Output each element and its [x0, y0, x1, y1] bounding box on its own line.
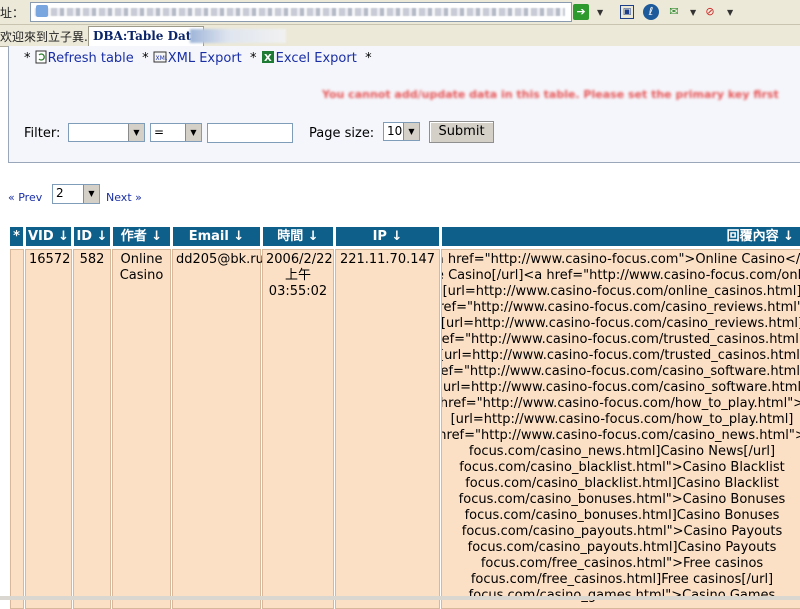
- reply-content-line: focus.com/free_casinos.html]Free casinos…: [470, 572, 774, 587]
- reply-content-line: href="http://www.casino-focus.com/casino…: [442, 300, 800, 315]
- chevron-down-icon: ▼: [83, 185, 99, 203]
- address-bar: 址： ➔ ▼ ▣ ℓ ✉ ▼ ⊘ ▼: [0, 0, 800, 25]
- reply-content-line: focus.com/casino_payouts.html">Casino Pa…: [461, 524, 783, 539]
- mail-dropdown-icon[interactable]: ▼: [690, 8, 696, 17]
- blurred-tab[interactable]: [190, 29, 286, 43]
- cell-reply-content: <a href="http://www.casino-focus.com">On…: [441, 249, 800, 609]
- separator: *: [365, 51, 372, 66]
- filter-field-select[interactable]: ▼: [68, 123, 145, 142]
- chevron-down-icon: ▼: [185, 124, 201, 141]
- refresh-table-link[interactable]: Refresh table: [48, 51, 134, 66]
- header-email[interactable]: Email ↓: [173, 227, 260, 246]
- time-date-value: 2006/2/22: [266, 252, 333, 267]
- reply-content-line: [url=http://www.casino-focus.com/trusted…: [442, 348, 800, 363]
- cell-ip: 221.11.70.147: [335, 249, 440, 609]
- reply-content-line: focus.com/casino_blacklist.html">Casino …: [459, 460, 785, 475]
- time-clock-value: 03:55:02: [268, 284, 328, 299]
- cell-email: dd205@bk.ru: [172, 249, 264, 609]
- prev-page-link[interactable]: « Prev: [8, 191, 42, 204]
- row-select-cell[interactable]: [10, 249, 24, 609]
- page-number-select[interactable]: 2 ▼: [52, 184, 100, 204]
- header-id[interactable]: ID ↓: [74, 227, 110, 246]
- header-reply-content[interactable]: 回覆內容 ↓: [442, 227, 800, 246]
- page-favicon-icon: [36, 5, 48, 17]
- reply-content-line: href="http://www.casino-focus.com/casino…: [442, 364, 800, 379]
- cell-id: 582: [73, 249, 111, 609]
- xml-export-link[interactable]: XML Export: [168, 51, 242, 66]
- reply-content-line: href="http://www.casino-focus.com/how_to…: [442, 396, 800, 411]
- xml-icon: XML: [153, 51, 167, 63]
- reply-content-line: [url=http://www.casino-focus.com/online_…: [442, 284, 800, 299]
- reply-content-line: <a href="http://www.casino-focus.com">On…: [442, 252, 800, 267]
- next-page-link[interactable]: Next »: [106, 191, 142, 204]
- messenger-icon[interactable]: ℓ: [643, 4, 659, 20]
- header-time[interactable]: 時間 ↓: [263, 227, 333, 246]
- separator: *: [142, 51, 149, 66]
- page-icon[interactable]: ▣: [620, 5, 634, 19]
- reply-content-line: focus.com/casino_bonuses.html]Casino Bon…: [464, 508, 780, 523]
- address-label: 址：: [0, 6, 25, 20]
- address-input[interactable]: [30, 2, 572, 22]
- time-ampm-value: 上午: [284, 268, 311, 283]
- popup-blocker-icon[interactable]: ⊘: [702, 4, 718, 20]
- svg-text:XML: XML: [155, 55, 167, 62]
- reply-content-line: focus.com/casino_news.html]Casino News[/…: [468, 444, 776, 459]
- filter-label: Filter:: [24, 126, 61, 141]
- reply-content-line: [url=http://www.casino-focus.com/casino_…: [442, 316, 800, 331]
- excel-export-link[interactable]: Excel Export: [276, 51, 357, 66]
- reply-content-line: focus.com/free_casinos.html">Free casino…: [480, 556, 764, 571]
- svg-text:X: X: [264, 53, 272, 64]
- blurred-url: [35, 8, 565, 16]
- chevron-down-icon: ▼: [403, 123, 419, 140]
- reply-content-text: <a href="http://www.casino-focus.com">On…: [442, 250, 800, 602]
- go-dropdown-icon[interactable]: ▼: [597, 8, 603, 17]
- header-select-all[interactable]: *: [10, 227, 23, 246]
- go-arrow-icon[interactable]: ➔: [573, 4, 589, 20]
- action-links: * Refresh table * XML XML Export * X Excel…: [24, 50, 372, 66]
- reply-content-line: focus.com/casino_blacklist.html]Casino B…: [465, 476, 779, 491]
- reply-content-line: Online Casino[/url]<a href="http://www.c…: [442, 268, 800, 283]
- tab-welcome[interactable]: 欢迎來到立子異...: [0, 28, 95, 45]
- reply-content-line: [url=http://www.casino-focus.com/how_to_…: [450, 412, 794, 427]
- email-value: dd205@bk.ru: [176, 252, 264, 267]
- status-strip: [0, 596, 800, 600]
- author-value: Online Casino: [119, 252, 164, 283]
- reply-content-line: focus.com/casino_payouts.html]Casino Pay…: [467, 540, 777, 555]
- chevron-down-icon: ▼: [128, 124, 144, 141]
- cell-author: Online Casino: [112, 249, 171, 609]
- submit-button[interactable]: Submit: [429, 121, 494, 143]
- filter-value-input[interactable]: [207, 123, 293, 143]
- reply-content-line: [url=http://www.casino-focus.com/casino_…: [442, 380, 800, 395]
- tab-table-data[interactable]: DBA:Table Data: [88, 26, 205, 46]
- page-number-value: 2: [56, 186, 64, 200]
- vid-value: 16572: [29, 252, 71, 267]
- cell-time: 2006/2/22 上午 03:55:02: [262, 249, 334, 609]
- separator: *: [24, 51, 31, 66]
- id-value: 582: [79, 252, 105, 267]
- header-vid[interactable]: VID ↓: [26, 227, 71, 246]
- page-size-label: Page size:: [309, 126, 375, 141]
- header-author[interactable]: 作者 ↓: [113, 227, 170, 246]
- filter-operator-select[interactable]: = ▼: [150, 123, 202, 142]
- page-size-value: 10: [387, 124, 403, 138]
- reply-content-line: href="http://www.casino-focus.com/truste…: [442, 332, 800, 347]
- excel-icon: X: [261, 51, 274, 64]
- primary-key-warning: You cannot add/update data in this table…: [322, 88, 779, 101]
- ip-value: 221.11.70.147: [339, 252, 436, 267]
- page-size-select[interactable]: 10 ▼: [383, 122, 420, 141]
- refresh-icon: [35, 50, 47, 64]
- tab-strip: 欢迎來到立子異... DBA:Table Data: [0, 25, 800, 47]
- separator: *: [250, 51, 257, 66]
- popup-dropdown-icon[interactable]: ▼: [727, 8, 733, 17]
- cell-vid: 16572: [25, 249, 72, 609]
- mail-icon[interactable]: ✉: [666, 4, 682, 20]
- filter-operator-value: =: [154, 125, 165, 139]
- reply-content-line: href="http://www.casino-focus.com/casino…: [442, 428, 800, 443]
- reply-content-line: focus.com/casino_bonuses.html">Casino Bo…: [458, 492, 786, 507]
- header-ip[interactable]: IP ↓: [336, 227, 439, 246]
